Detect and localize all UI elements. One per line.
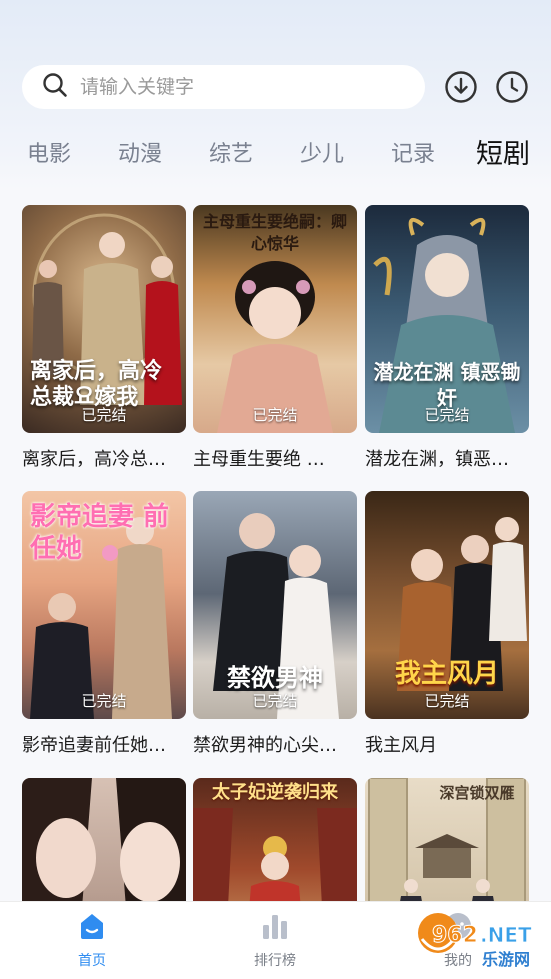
poster-image[interactable]: 离家后，高冷总裁요嫁我 已完结 xyxy=(22,205,186,433)
status-label: 已完结 xyxy=(81,406,127,424)
status-label: 已完结 xyxy=(252,406,298,424)
poster-text: 太子妃逆袭归来 xyxy=(212,782,338,803)
poster-text: 我主风月 xyxy=(394,659,499,689)
drama-card[interactable]: 影帝追妻 前任她 已完结 影帝追妻前任她… xyxy=(22,491,186,757)
nav-home[interactable]: 首页 xyxy=(42,912,142,970)
tab-documentary[interactable]: 记录 xyxy=(391,136,435,168)
card-title: 禁欲男神的心尖… xyxy=(193,735,337,756)
home-icon xyxy=(77,911,107,945)
card-title: 主母重生要绝 … xyxy=(193,449,325,470)
svg-text:.NET: .NET xyxy=(480,923,532,947)
poster-image[interactable]: 禁欲男神 已完结 xyxy=(193,491,357,719)
nav-ranking[interactable]: 排行榜 xyxy=(225,912,325,970)
tab-short-drama[interactable]: 短剧 xyxy=(476,132,530,171)
search-bar[interactable] xyxy=(22,65,425,109)
poster-image[interactable]: 影帝追妻 前任她 已完结 xyxy=(22,491,186,719)
tab-variety[interactable]: 综艺 xyxy=(209,136,253,168)
tab-anime[interactable]: 动漫 xyxy=(118,136,162,168)
poster-image[interactable]: 潜龙在渊 镇恶锄奸 已完结 xyxy=(365,205,529,433)
drama-card[interactable]: 离家后，高冷总裁요嫁我 已完结 离家后，高冷总… xyxy=(22,205,186,471)
poster-image[interactable]: 我主风月 已完结 xyxy=(365,491,529,719)
search-row xyxy=(22,64,533,110)
drama-card[interactable]: 主母重生要绝嗣：卿心惊华 已完结 主母重生要绝 … xyxy=(193,205,357,471)
tab-movie[interactable]: 电影 xyxy=(27,136,71,168)
ranking-icon xyxy=(260,911,290,945)
card-title: 离家后，高冷总… xyxy=(22,449,166,470)
status-label: 已完结 xyxy=(424,692,470,710)
card-title: 影帝追妻前任她… xyxy=(22,735,166,756)
status-label: 已完结 xyxy=(81,692,127,710)
drama-card[interactable]: 我主风月 已完结 我主风月 xyxy=(365,491,529,757)
site-watermark: 962 .NET 乐游网 xyxy=(408,909,543,971)
status-label: 已完结 xyxy=(252,692,298,710)
nav-home-label: 首页 xyxy=(78,953,106,969)
poster-text: 深宫锁双雁 xyxy=(439,784,515,802)
search-icon xyxy=(42,72,68,102)
drama-card[interactable]: 潜龙在渊 镇恶锄奸 已完结 潜龙在渊，镇恶… xyxy=(365,205,529,471)
poster-text: 影帝追妻 前任她 xyxy=(30,502,170,564)
bottom-nav: 首页 排行榜 我的 962 .NET 乐游网 xyxy=(0,901,551,979)
drama-card[interactable]: 禁欲男神 已完结 禁欲男神的心尖… xyxy=(193,491,357,757)
status-label: 已完结 xyxy=(424,406,470,424)
history-icon[interactable] xyxy=(495,70,529,104)
svg-text:乐游网: 乐游网 xyxy=(482,950,530,969)
download-icon[interactable] xyxy=(444,70,478,104)
card-title: 我主风月 xyxy=(365,735,437,756)
search-input[interactable] xyxy=(80,76,380,98)
svg-text:962: 962 xyxy=(432,923,478,948)
poster-text: 禁欲男神 xyxy=(227,664,323,692)
tab-kids[interactable]: 少儿 xyxy=(300,136,344,168)
category-tabs: 电影 动漫 综艺 少儿 记录 短剧 xyxy=(0,130,551,172)
poster-text: 主母重生要绝嗣：卿心惊华 xyxy=(202,212,347,253)
poster-image[interactable]: 主母重生要绝嗣：卿心惊华 已完结 xyxy=(193,205,357,433)
nav-ranking-label: 排行榜 xyxy=(254,953,296,969)
card-title: 潜龙在渊，镇恶… xyxy=(365,449,509,470)
